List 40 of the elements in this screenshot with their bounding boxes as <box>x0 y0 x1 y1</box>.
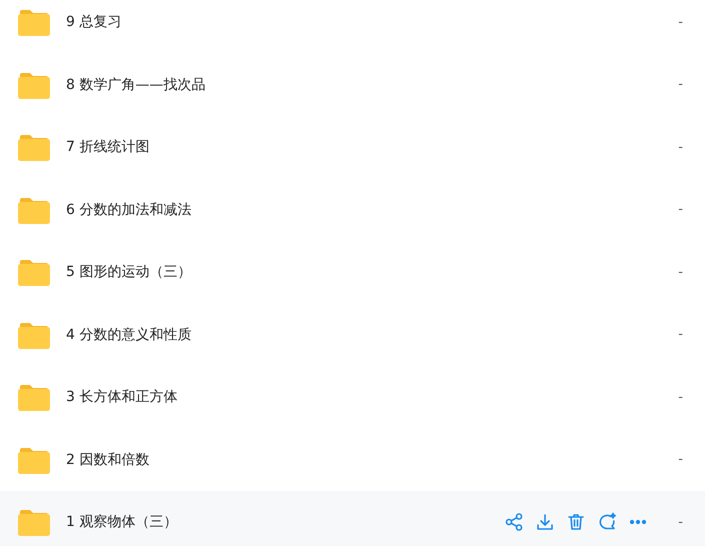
folder-name[interactable]: 1 观察物体（三） <box>66 513 504 532</box>
file-row[interactable]: 7 折线统计图 - <box>0 116 705 178</box>
folder-icon <box>18 508 50 536</box>
folder-icon <box>18 133 50 162</box>
folder-icon <box>18 446 50 474</box>
folder-name[interactable]: 2 因数和倍数 <box>66 450 678 469</box>
folder-name[interactable]: 5 图形的运动（三） <box>66 263 678 282</box>
folder-icon <box>18 320 50 349</box>
trash-icon[interactable] <box>566 512 586 532</box>
file-row[interactable]: 4 分数的意义和性质 - <box>0 304 705 366</box>
folder-name[interactable]: 3 长方体和正方体 <box>66 388 678 406</box>
folder-icon <box>18 8 50 36</box>
file-row[interactable]: 6 分数的加法和减法 - <box>0 178 705 241</box>
file-size: - <box>678 202 683 218</box>
folder-name[interactable]: 7 折线统计图 <box>66 138 678 156</box>
file-row[interactable]: 9 总复习 - <box>0 0 705 54</box>
folder-name[interactable]: 4 分数的意义和性质 <box>66 326 678 344</box>
file-size: - <box>678 14 683 30</box>
file-size: - <box>678 327 683 342</box>
folder-name[interactable]: 8 数学广角——找次品 <box>66 76 678 94</box>
file-row[interactable]: 2 因数和倍数 - <box>0 428 705 491</box>
file-size: - <box>678 452 683 468</box>
file-row[interactable]: 5 图形的运动（三） - <box>0 241 705 304</box>
folder-icon <box>18 258 50 286</box>
file-size: - <box>678 390 683 405</box>
download-icon[interactable] <box>535 512 556 532</box>
folder-name[interactable]: 9 总复习 <box>66 13 678 32</box>
folder-icon <box>18 196 50 224</box>
file-size: - <box>678 514 683 530</box>
folder-name[interactable]: 6 分数的加法和减法 <box>66 200 678 219</box>
file-size: - <box>678 264 683 280</box>
file-row[interactable]: 3 长方体和正方体 - <box>0 366 705 428</box>
share-icon[interactable] <box>504 512 524 532</box>
file-size: - <box>678 77 683 92</box>
file-size: - <box>678 140 683 155</box>
folder-icon <box>18 383 50 412</box>
chat-bubble-icon[interactable] <box>597 512 618 532</box>
file-row[interactable]: 8 数学广角——找次品 - <box>0 54 705 116</box>
file-row-highlight[interactable]: 1 观察物体（三） - <box>0 491 705 546</box>
folder-icon <box>18 70 50 99</box>
